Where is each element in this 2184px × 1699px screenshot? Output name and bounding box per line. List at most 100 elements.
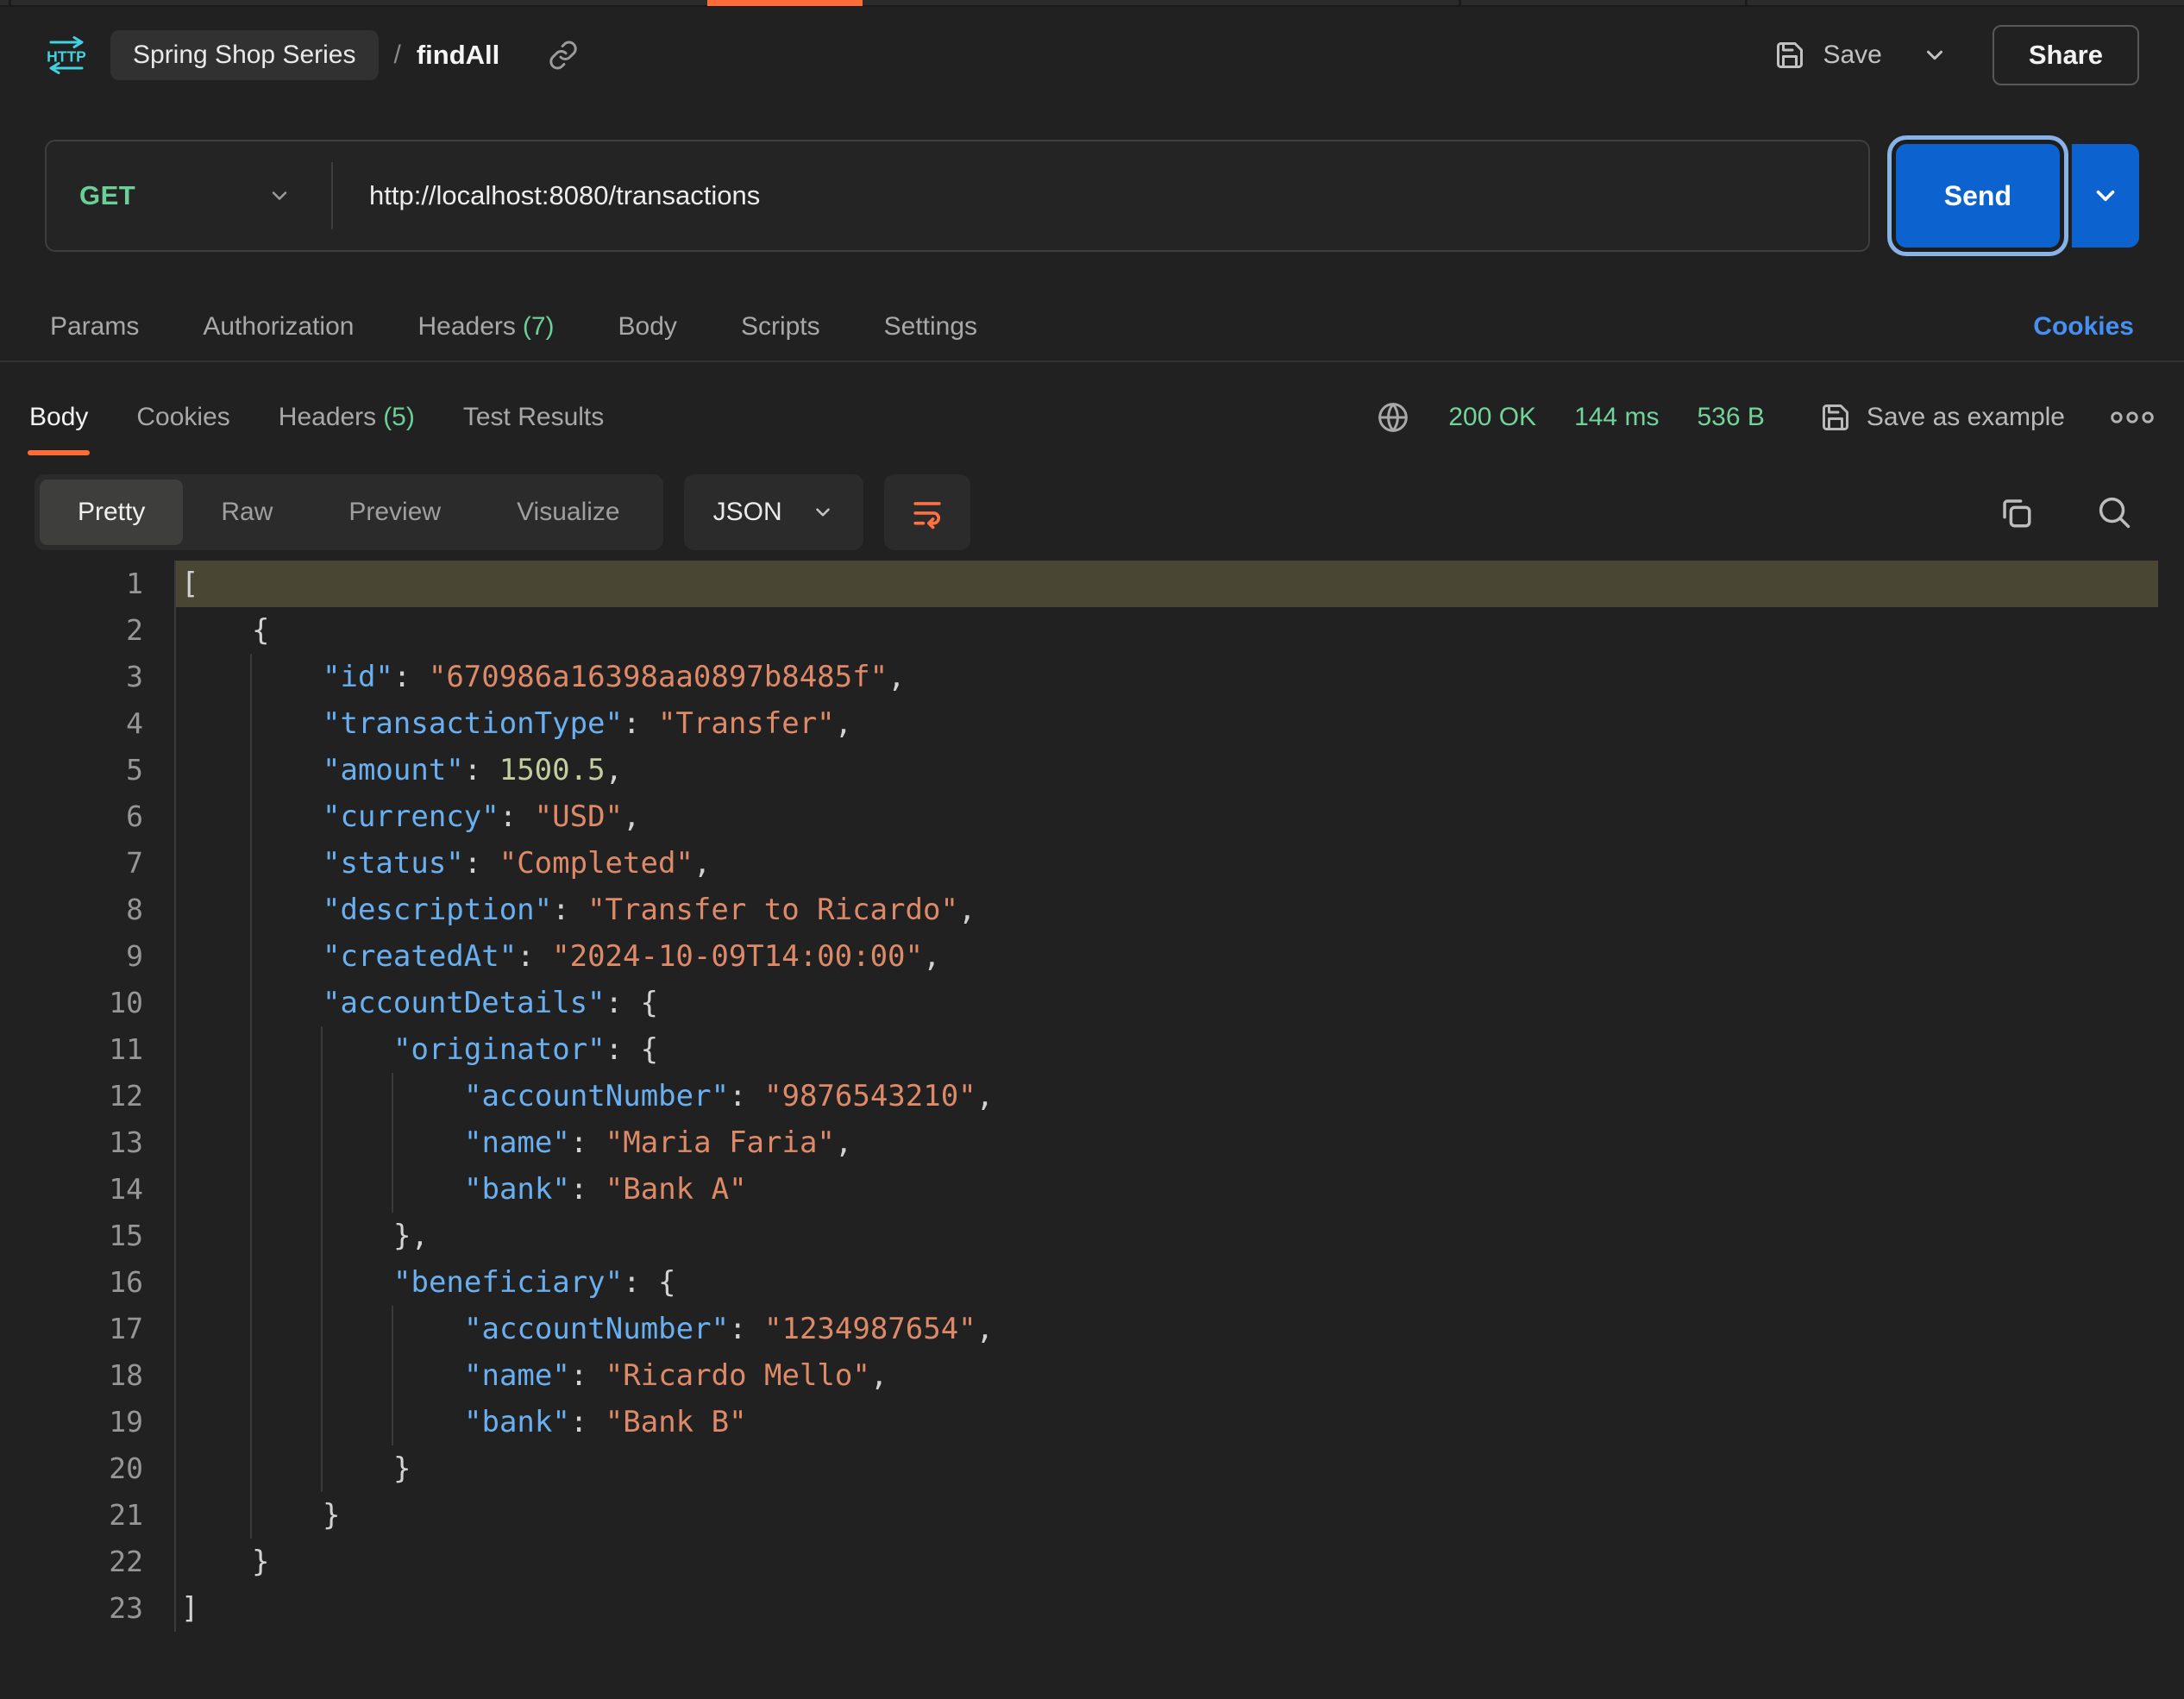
active-tab-indicator — [707, 0, 863, 6]
wrap-lines-button[interactable] — [884, 474, 970, 550]
cookies-link[interactable]: Cookies — [2033, 312, 2134, 342]
method-chevron-icon — [267, 184, 292, 208]
tab-authorization[interactable]: Authorization — [203, 312, 354, 342]
mode-preview[interactable]: Preview — [311, 480, 479, 545]
tab-scripts[interactable]: Scripts — [741, 312, 820, 342]
line-number: 12 — [26, 1073, 174, 1119]
request-tabs: Params Authorization Headers(7) Body Scripts… — [50, 312, 977, 342]
copy-body-icon[interactable] — [1998, 494, 2034, 530]
code-content: "bank": "Bank A" — [174, 1166, 2158, 1213]
indent-guides — [181, 1352, 459, 1399]
code-line: 16"beneficiary": { — [26, 1259, 2158, 1306]
copy-link-icon[interactable] — [548, 40, 579, 71]
indent-guides — [181, 1492, 317, 1539]
code-content: "transactionType": "Transfer", — [174, 700, 2158, 747]
line-number: 17 — [26, 1306, 174, 1352]
line-number: 18 — [26, 1352, 174, 1399]
code-line: 17"accountNumber": "1234987654", — [26, 1306, 2158, 1352]
response-tab-body[interactable]: Body — [29, 378, 88, 457]
code-line: 11"originator": { — [26, 1026, 2158, 1073]
tab-body[interactable]: Body — [618, 312, 677, 342]
breadcrumb-collection[interactable]: Spring Shop Series — [110, 30, 379, 80]
send-options-button[interactable] — [2072, 144, 2139, 248]
line-number: 13 — [26, 1119, 174, 1166]
code-line: 22} — [26, 1539, 2158, 1585]
tab-params[interactable]: Params — [50, 312, 139, 342]
indent-guides — [181, 1213, 388, 1259]
code-content: } — [174, 1492, 2158, 1539]
language-label: JSON — [713, 498, 782, 527]
search-body-icon[interactable] — [2096, 494, 2132, 530]
line-number: 21 — [26, 1492, 174, 1539]
code-content: "accountNumber": "9876543210", — [174, 1073, 2158, 1119]
code-line: 6"currency": "USD", — [26, 793, 2158, 840]
indent-guides — [181, 700, 317, 747]
url-input[interactable] — [333, 180, 1868, 211]
line-number: 7 — [26, 840, 174, 887]
save-as-example-button[interactable]: Save as example — [1820, 402, 2065, 433]
line-number: 4 — [26, 700, 174, 747]
method-selector[interactable]: GET — [47, 180, 331, 211]
globe-icon[interactable] — [1376, 400, 1410, 435]
code-content: }, — [174, 1213, 2158, 1259]
section-divider — [0, 360, 2184, 362]
send-chevron-icon — [2091, 181, 2120, 210]
code-content: "status": "Completed", — [174, 840, 2158, 887]
mode-raw[interactable]: Raw — [183, 480, 311, 545]
line-number: 2 — [26, 607, 174, 654]
more-options-icon[interactable] — [2110, 411, 2155, 424]
line-number: 19 — [26, 1399, 174, 1445]
code-content: "description": "Transfer to Ricardo", — [174, 887, 2158, 933]
response-tab-test-results[interactable]: Test Results — [463, 378, 604, 457]
method-label: GET — [79, 180, 135, 211]
save-icon — [1820, 402, 1851, 433]
breadcrumb-request-name[interactable]: findAll — [417, 40, 499, 71]
indent-guides — [181, 1445, 388, 1492]
line-number: 14 — [26, 1166, 174, 1213]
svg-text:HTTP: HTTP — [47, 48, 86, 66]
toolbar-right-icons — [1998, 494, 2132, 530]
line-number: 10 — [26, 980, 174, 1026]
response-tab-cookies[interactable]: Cookies — [136, 378, 229, 457]
tab-separator — [9, 0, 11, 5]
code-content: "beneficiary": { — [174, 1259, 2158, 1306]
save-options-chevron-icon[interactable] — [1922, 42, 1948, 68]
response-header: Body Cookies Headers(5) Test Results 200 OK… — [0, 378, 2184, 457]
status-badge: 200 OK — [1448, 403, 1536, 432]
line-number: 22 — [26, 1539, 174, 1585]
indent-guides — [181, 887, 317, 933]
save-label: Save — [1823, 41, 1881, 70]
indent-guides — [181, 980, 317, 1026]
tab-headers[interactable]: Headers(7) — [417, 312, 554, 342]
response-body-editor[interactable]: 1[2{3"id": "670986a16398aa0897b8485f",4"… — [26, 561, 2158, 1632]
language-selector[interactable]: JSON — [684, 474, 863, 550]
line-number: 8 — [26, 887, 174, 933]
save-button[interactable]: Save — [1774, 40, 1881, 71]
request-tabs-bar: Params Authorization Headers(7) Body Scripts… — [0, 293, 2184, 360]
indent-guides — [181, 793, 317, 840]
tab-separator — [1459, 0, 1461, 5]
code-content: "bank": "Bank B" — [174, 1399, 2158, 1445]
code-content: "id": "670986a16398aa0897b8485f", — [174, 654, 2158, 700]
code-line: 10"accountDetails": { — [26, 980, 2158, 1026]
tab-settings[interactable]: Settings — [884, 312, 977, 342]
line-number: 1 — [26, 561, 174, 607]
mode-pretty[interactable]: Pretty — [40, 480, 183, 545]
code-line: 14"bank": "Bank A" — [26, 1166, 2158, 1213]
indent-guides — [181, 747, 317, 793]
indent-guides — [181, 1539, 247, 1585]
indent-guides — [181, 1306, 459, 1352]
mode-visualize[interactable]: Visualize — [479, 480, 658, 545]
code-line: 12"accountNumber": "9876543210", — [26, 1073, 2158, 1119]
indent-guides — [181, 1119, 459, 1166]
response-size: 536 B — [1697, 403, 1764, 432]
send-button[interactable]: Send — [1896, 144, 2060, 248]
http-request-icon: HTTP — [45, 34, 88, 77]
indent-guides — [181, 1399, 459, 1445]
response-tab-headers[interactable]: Headers(5) — [279, 378, 415, 457]
code-line: 18"name": "Ricardo Mello", — [26, 1352, 2158, 1399]
line-number: 5 — [26, 747, 174, 793]
code-content: [ — [174, 561, 2158, 607]
share-button[interactable]: Share — [1993, 25, 2139, 85]
code-content: "originator": { — [174, 1026, 2158, 1073]
